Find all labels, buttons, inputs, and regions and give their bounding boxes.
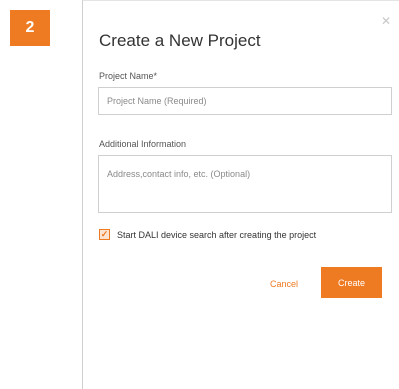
- close-icon[interactable]: ✕: [381, 15, 391, 27]
- step-number: 2: [25, 19, 35, 36]
- dali-search-option[interactable]: ✓ Start DALI device search after creatin…: [99, 229, 316, 240]
- additional-info-label: Additional Information: [99, 139, 187, 149]
- dali-search-label: Start DALI device search after creating …: [117, 229, 317, 240]
- step-number-badge: 2: [10, 10, 50, 46]
- dali-search-checkbox[interactable]: ✓: [99, 229, 110, 240]
- project-name-input[interactable]: Project Name (Required): [98, 87, 392, 115]
- additional-info-placeholder: Address,contact info, etc. (Optional): [107, 169, 251, 179]
- checkmark-icon: ✓: [100, 229, 109, 239]
- additional-info-textarea[interactable]: Address,contact info, etc. (Optional): [98, 155, 392, 213]
- page: 2 ✕ Create a New Project Project Name* P…: [0, 0, 399, 389]
- dialog-title: Create a New Project: [99, 31, 261, 50]
- create-button[interactable]: Create: [321, 267, 382, 298]
- project-name-label: Project Name*: [99, 71, 158, 81]
- create-project-dialog: ✕ Create a New Project Project Name* Pro…: [82, 0, 399, 389]
- cancel-button[interactable]: Cancel: [259, 269, 309, 299]
- project-name-placeholder: Project Name (Required): [107, 96, 207, 106]
